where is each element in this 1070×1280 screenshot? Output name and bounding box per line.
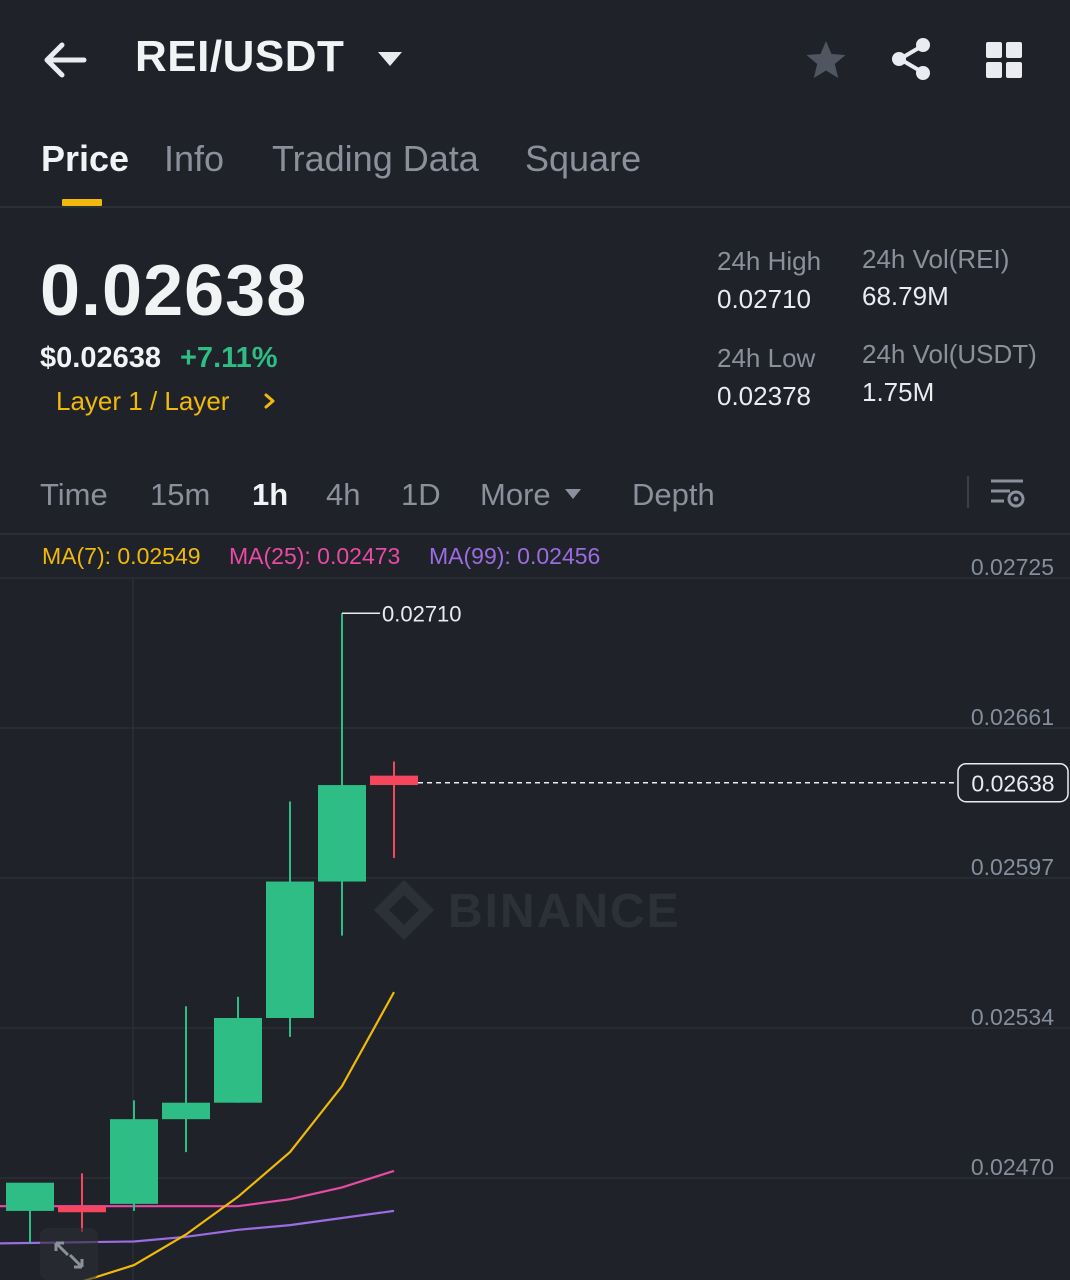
category-link[interactable]: Layer 1 / Layer — [56, 386, 229, 417]
tab-price[interactable]: Price — [41, 138, 129, 180]
y-tick-label: 0.02597 — [971, 854, 1054, 880]
usd-price: $0.02638 — [40, 342, 161, 374]
candle-body — [214, 1018, 262, 1103]
chart-settings-icon[interactable] — [988, 476, 1026, 512]
top-bar: REI/USDT — [0, 0, 1070, 120]
candle-body — [370, 775, 418, 786]
interval-time[interactable]: Time — [40, 477, 108, 513]
candle-body — [318, 785, 366, 882]
ma25-line — [0, 1169, 395, 1208]
candle-body — [110, 1119, 158, 1204]
candle-body — [266, 881, 314, 1018]
low-label: 24h Low — [717, 343, 816, 373]
binance-watermark: BINANCE — [374, 880, 681, 940]
low-value: 0.02378 — [717, 381, 811, 411]
y-tick-label: 0.02534 — [971, 1004, 1054, 1030]
volume-base-value: 68.79M — [862, 281, 949, 311]
tab-info[interactable]: Info — [164, 138, 224, 180]
candle — [214, 996, 262, 1103]
high-value: 0.02710 — [717, 284, 811, 314]
caret-down-icon[interactable] — [376, 48, 404, 70]
volume-quote-value: 1.75M — [862, 377, 935, 407]
candle — [318, 613, 366, 936]
candle — [58, 1173, 106, 1233]
candle-body — [162, 1102, 210, 1120]
price-change-percent: +7.11% — [180, 342, 278, 374]
candlestick-chart[interactable]: BINANCE 0.027250.026610.025970.025340.02… — [0, 535, 1070, 1280]
candle — [370, 761, 418, 858]
interval-15m[interactable]: 15m — [150, 477, 210, 513]
active-tab-indicator — [62, 199, 102, 206]
candles — [6, 613, 418, 1244]
candle — [266, 801, 314, 1037]
current-price-label: 0.02638 — [971, 771, 1054, 797]
tab-square[interactable]: Square — [525, 138, 641, 180]
arrow-left-icon[interactable] — [40, 38, 90, 82]
expand-chart-button[interactable] — [40, 1228, 98, 1280]
caret-down-icon[interactable] — [564, 487, 582, 501]
y-tick-label: 0.02661 — [971, 704, 1054, 730]
y-tick-label: 0.02470 — [971, 1154, 1054, 1180]
pair-title[interactable]: REI/USDT — [135, 32, 344, 82]
interval-1d[interactable]: 1D — [401, 477, 441, 513]
divider — [0, 206, 1070, 208]
interval-1h[interactable]: 1h — [252, 477, 288, 513]
high-label: 24h High — [717, 246, 822, 276]
high-marker-label: 0.02710 — [382, 601, 462, 626]
candle — [110, 1100, 158, 1211]
interval-more[interactable]: More — [480, 477, 551, 513]
grid-icon[interactable] — [984, 40, 1024, 80]
candle-body — [58, 1206, 106, 1213]
chevron-right-icon[interactable] — [262, 390, 278, 412]
share-icon[interactable] — [888, 36, 934, 82]
tab-trading-data[interactable]: Trading Data — [272, 138, 479, 180]
divider — [967, 476, 969, 508]
watermark-text: BINANCE — [448, 885, 681, 938]
y-axis: 0.02725 0.02661 0.02597 0.02534 0.02470 — [971, 554, 1054, 1180]
interval-4h[interactable]: 4h — [326, 477, 360, 513]
candle-body — [6, 1182, 54, 1211]
volume-base-label: 24h Vol(REI) — [862, 244, 1010, 274]
y-tick-label: 0.02725 — [971, 554, 1054, 580]
last-price: 0.02638 — [40, 251, 308, 331]
star-icon[interactable] — [804, 38, 848, 82]
chart-markers: 0.02710 0.02638 — [342, 601, 1069, 803]
volume-quote-label: 24h Vol(USDT) — [862, 339, 1037, 369]
depth-tab[interactable]: Depth — [632, 477, 715, 513]
